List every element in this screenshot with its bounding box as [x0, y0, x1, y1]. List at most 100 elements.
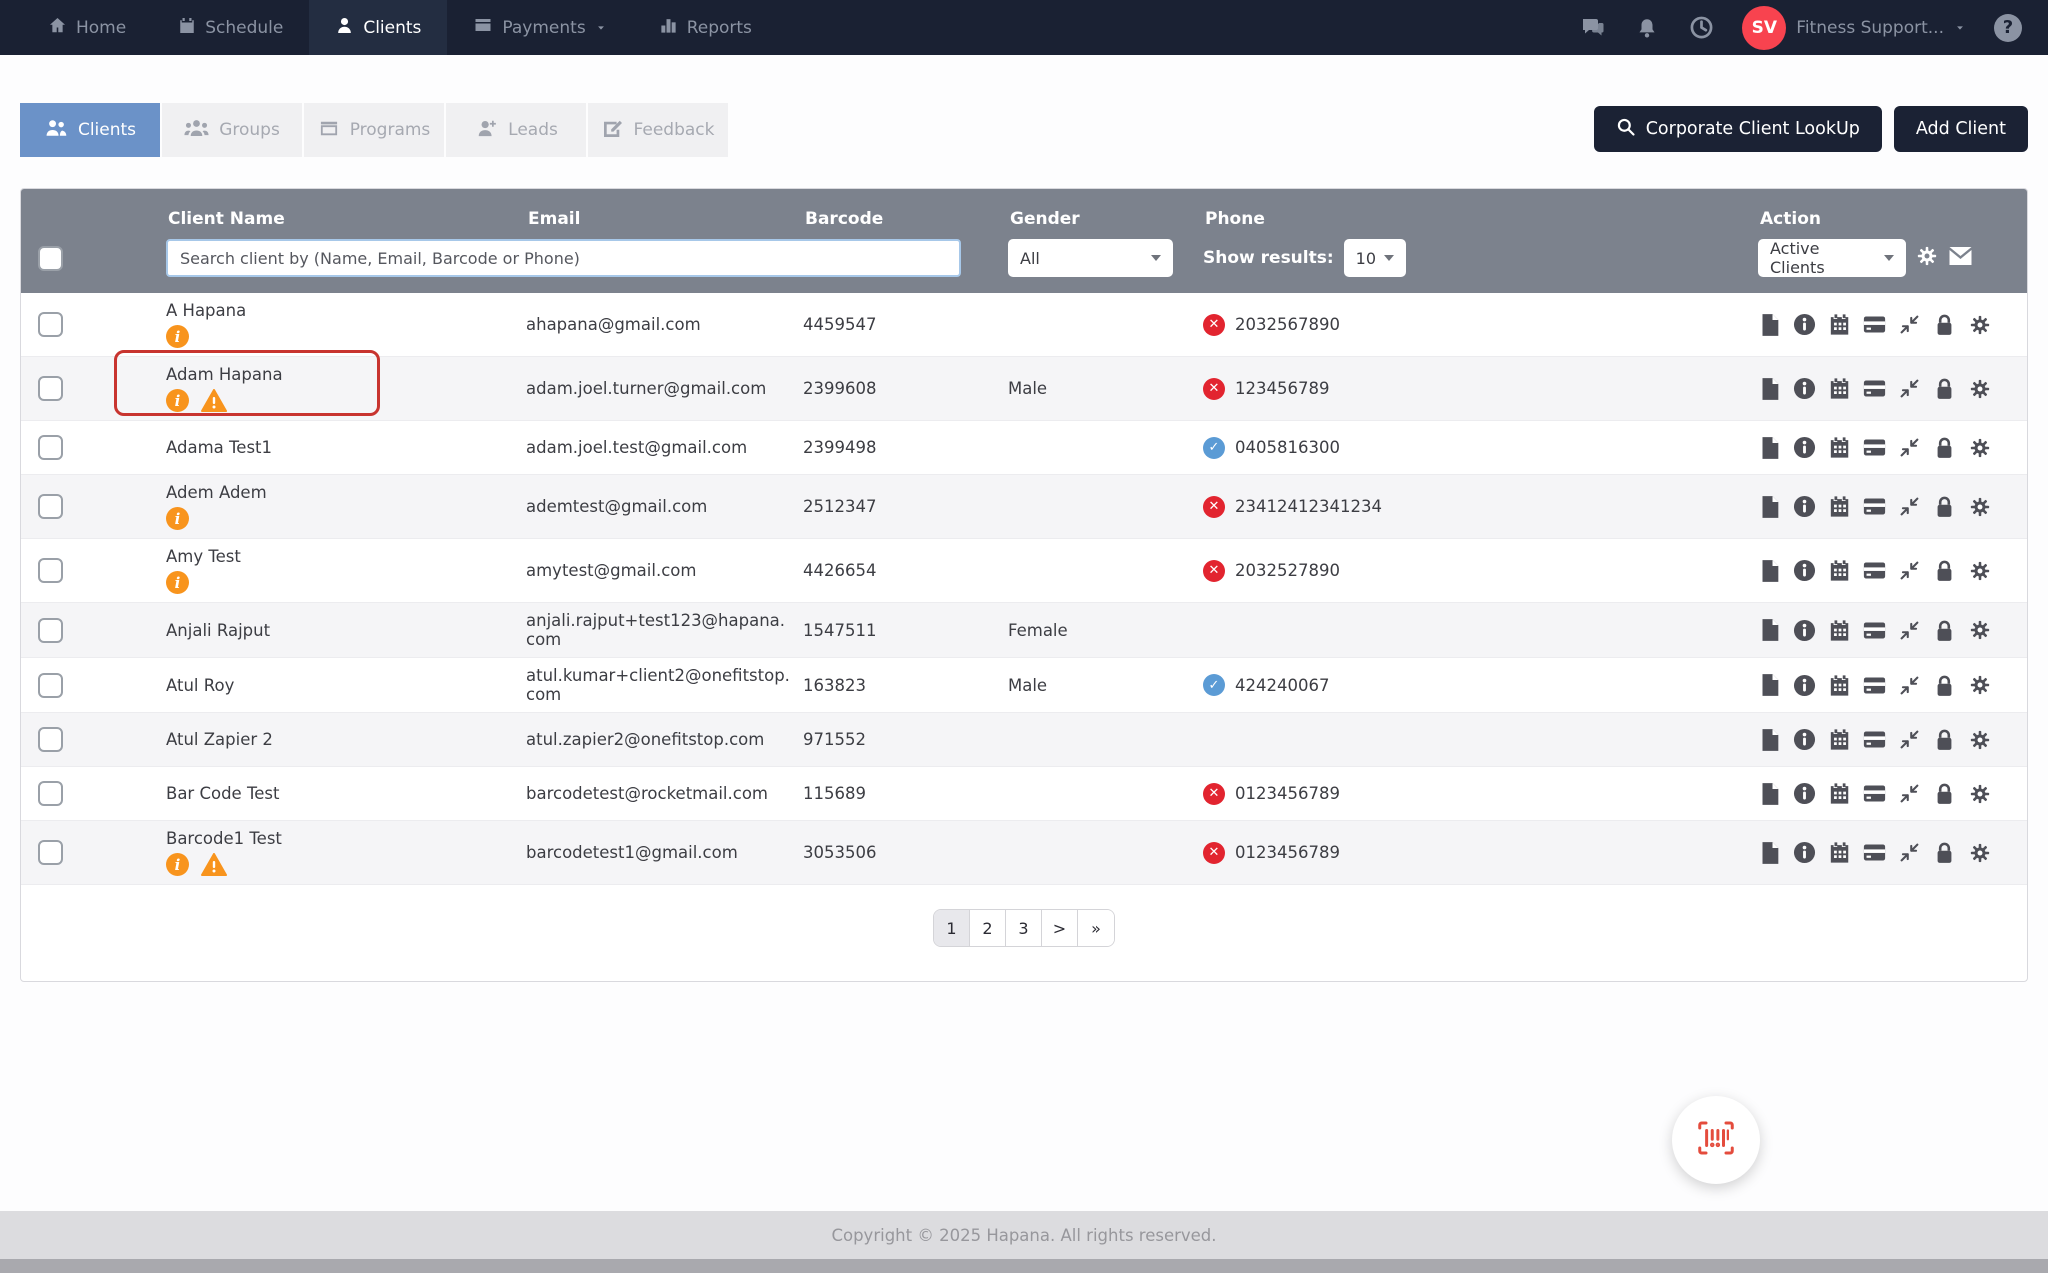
page-button-3[interactable]: 3 [1006, 910, 1042, 946]
row-checkbox[interactable] [38, 312, 63, 337]
row-checkbox[interactable] [38, 727, 63, 752]
calendar-icon[interactable] [1828, 495, 1851, 519]
info-circle-icon[interactable] [1793, 495, 1816, 519]
info-circle-icon[interactable] [1793, 782, 1816, 806]
row-checkbox[interactable] [38, 376, 63, 401]
calendar-icon[interactable] [1828, 782, 1851, 806]
page-last-button[interactable]: » [1078, 910, 1114, 946]
file-icon[interactable] [1758, 559, 1781, 583]
file-icon[interactable] [1758, 495, 1781, 519]
row-checkbox[interactable] [38, 558, 63, 583]
nav-item-reports[interactable]: Reports [633, 0, 778, 55]
credit-card-icon[interactable] [1863, 618, 1886, 642]
info-circle-icon[interactable] [1793, 618, 1816, 642]
calendar-icon[interactable] [1828, 377, 1851, 401]
calendar-icon[interactable] [1828, 436, 1851, 460]
lock-icon[interactable] [1933, 377, 1956, 401]
row-checkbox[interactable] [38, 672, 63, 698]
compress-icon[interactable] [1898, 559, 1921, 583]
calendar-icon[interactable] [1828, 559, 1851, 583]
warning-icon[interactable] [201, 389, 227, 412]
credit-card-icon[interactable] [1863, 728, 1886, 752]
credit-card-icon[interactable] [1863, 377, 1886, 401]
compress-icon[interactable] [1898, 313, 1921, 337]
info-circle-icon[interactable] [1793, 377, 1816, 401]
file-icon[interactable] [1758, 377, 1781, 401]
help-icon[interactable]: ? [1994, 13, 2022, 42]
gear-icon[interactable] [1968, 618, 1991, 642]
nav-item-clients[interactable]: Clients [309, 0, 448, 55]
lock-icon[interactable] [1933, 728, 1956, 752]
credit-card-icon[interactable] [1863, 436, 1886, 460]
nav-item-home[interactable]: Home [22, 0, 152, 55]
gear-icon[interactable] [1968, 377, 1991, 401]
tab-leads[interactable]: Leads [446, 103, 586, 157]
barcode-scan-button[interactable] [1672, 1096, 1760, 1184]
account-menu[interactable]: SV Fitness Support... [1742, 5, 1966, 50]
file-icon[interactable] [1758, 728, 1781, 752]
gender-select[interactable]: All [1008, 239, 1173, 277]
lock-icon[interactable] [1933, 313, 1956, 337]
page-button-2[interactable]: 2 [970, 910, 1006, 946]
file-icon[interactable] [1758, 782, 1781, 806]
gear-icon[interactable] [1968, 495, 1991, 519]
row-checkbox[interactable] [38, 840, 63, 865]
info-circle-icon[interactable] [1793, 559, 1816, 583]
file-icon[interactable] [1758, 618, 1781, 642]
info-circle-icon[interactable] [1793, 673, 1816, 697]
credit-card-icon[interactable] [1863, 495, 1886, 519]
gear-icon[interactable] [1968, 728, 1991, 752]
file-icon[interactable] [1758, 673, 1781, 697]
lock-icon[interactable] [1933, 673, 1956, 697]
info-icon[interactable]: i [166, 853, 189, 876]
nav-item-payments[interactable]: Payments [447, 0, 632, 55]
info-circle-icon[interactable] [1793, 436, 1816, 460]
lock-icon[interactable] [1933, 559, 1956, 583]
warning-icon[interactable] [201, 853, 227, 876]
compress-icon[interactable] [1898, 436, 1921, 460]
tab-feedback[interactable]: Feedback [588, 103, 728, 157]
recent-activity-clock-icon[interactable] [1688, 15, 1714, 41]
row-checkbox[interactable] [38, 435, 63, 460]
calendar-icon[interactable] [1828, 313, 1851, 337]
compress-icon[interactable] [1898, 782, 1921, 806]
page-button-1[interactable]: 1 [934, 910, 970, 946]
info-circle-icon[interactable] [1793, 313, 1816, 337]
info-icon[interactable]: i [166, 325, 189, 348]
corporate-client-lookup-button[interactable]: Corporate Client LookUp [1593, 106, 1882, 152]
lock-icon[interactable] [1933, 841, 1956, 865]
notifications-bell-icon[interactable] [1634, 15, 1660, 41]
credit-card-icon[interactable] [1863, 559, 1886, 583]
compress-icon[interactable] [1898, 377, 1921, 401]
tab-programs[interactable]: Programs [304, 103, 444, 157]
lock-icon[interactable] [1933, 782, 1956, 806]
tab-clients[interactable]: Clients [20, 103, 160, 157]
calendar-icon[interactable] [1828, 841, 1851, 865]
info-circle-icon[interactable] [1793, 728, 1816, 752]
lock-icon[interactable] [1933, 495, 1956, 519]
tab-groups[interactable]: Groups [162, 103, 302, 157]
client-status-select[interactable]: Active Clients [1758, 239, 1906, 277]
info-icon[interactable]: i [166, 571, 189, 594]
compress-icon[interactable] [1898, 728, 1921, 752]
credit-card-icon[interactable] [1863, 313, 1886, 337]
credit-card-icon[interactable] [1863, 673, 1886, 697]
chat-icon[interactable] [1580, 15, 1606, 41]
compress-icon[interactable] [1898, 673, 1921, 697]
lock-icon[interactable] [1933, 618, 1956, 642]
credit-card-icon[interactable] [1863, 782, 1886, 806]
search-input[interactable] [166, 239, 961, 277]
compress-icon[interactable] [1898, 618, 1921, 642]
row-checkbox[interactable] [38, 781, 63, 806]
info-icon[interactable]: i [166, 507, 189, 530]
gear-icon[interactable] [1968, 782, 1991, 806]
lock-icon[interactable] [1933, 436, 1956, 460]
gear-icon[interactable] [1968, 673, 1991, 697]
show-results-select[interactable]: 10 [1343, 239, 1406, 277]
credit-card-icon[interactable] [1863, 841, 1886, 865]
info-circle-icon[interactable] [1793, 841, 1816, 865]
file-icon[interactable] [1758, 436, 1781, 460]
file-icon[interactable] [1758, 313, 1781, 337]
row-checkbox[interactable] [38, 617, 63, 643]
page-next-button[interactable]: > [1042, 910, 1078, 946]
